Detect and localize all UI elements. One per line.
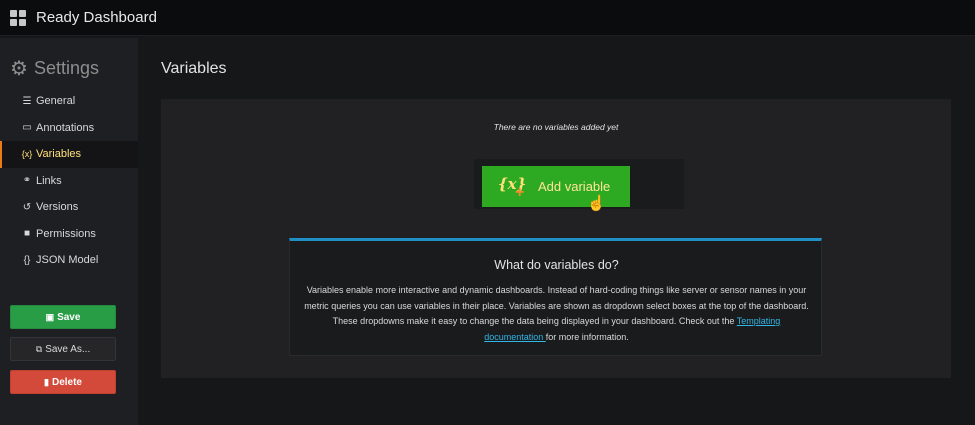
delete-button[interactable]: ▮ Delete (10, 370, 116, 394)
trash-icon: ▮ (44, 376, 49, 387)
sidebar-item-json-model[interactable]: {} JSON Model (0, 247, 138, 274)
link-icon: ⚭ (22, 175, 32, 187)
add-variable-button[interactable]: {x} + Add variable (482, 166, 630, 207)
settings-sidebar: ⚙ Settings ☰ General ▭ Annotations {x} V… (0, 38, 138, 425)
comment-icon: ▭ (22, 122, 32, 134)
sidebar-item-label: General (36, 95, 76, 108)
sidebar-item-label: Permissions (36, 227, 96, 240)
sidebar-item-annotations[interactable]: ▭ Annotations (0, 115, 138, 142)
add-variable-label: Add variable (538, 179, 611, 194)
grid-icon[interactable] (10, 9, 26, 26)
sliders-icon: ☰ (22, 95, 32, 107)
sidebar-item-label: JSON Model (36, 254, 99, 267)
json-icon: {} (23, 254, 31, 266)
sidebar-item-general[interactable]: ☰ General (0, 88, 138, 115)
info-title: What do variables do? (494, 258, 619, 272)
sidebar-item-permissions[interactable]: ■ Permissions (0, 221, 138, 248)
save-as-button-label: Save As... (45, 343, 91, 355)
info-body: Variables enable more interactive and dy… (304, 283, 809, 345)
variable-icon: {x} (21, 149, 33, 160)
history-icon: ↺ (22, 201, 32, 213)
empty-state-message: There are no variables added yet (493, 122, 619, 132)
settings-nav: ☰ General ▭ Annotations {x} Variables ⚭ … (0, 88, 138, 274)
info-box: What do variables do? Variables enable m… (289, 238, 822, 356)
info-body-text-end: for more information. (545, 331, 629, 342)
save-button-label: Save (57, 311, 81, 323)
main-content: Variables There are no variables added y… (138, 38, 975, 425)
sidebar-item-label: Links (36, 174, 62, 187)
save-icon: ▣ (45, 311, 55, 322)
settings-heading: ⚙ Settings (10, 58, 99, 79)
save-as-button[interactable]: ⧉ Save As... (10, 337, 116, 361)
dashboard-title[interactable]: Ready Dashboard (36, 9, 157, 26)
page-title: Variables (161, 60, 227, 77)
save-button[interactable]: ▣ Save (10, 305, 116, 329)
sidebar-item-variables[interactable]: {x} Variables (0, 141, 138, 168)
lock-icon: ■ (23, 228, 31, 240)
gear-icon: ⚙ (10, 57, 28, 80)
sidebar-item-label: Variables (36, 148, 82, 161)
info-body-text: Variables enable more interactive and dy… (304, 285, 809, 326)
settings-heading-label: Settings (34, 58, 100, 78)
top-bar: Ready Dashboard (0, 0, 975, 36)
sidebar-item-label: Annotations (36, 121, 95, 134)
copy-icon: ⧉ (35, 343, 43, 354)
sidebar-item-links[interactable]: ⚭ Links (0, 168, 138, 195)
sidebar-item-versions[interactable]: ↺ Versions (0, 194, 138, 221)
sidebar-item-label: Versions (36, 201, 79, 214)
add-variable-icon: {x} + (498, 174, 527, 201)
variables-panel: There are no variables added yet {x} + A… (161, 99, 951, 378)
delete-button-label: Delete (51, 376, 82, 388)
hand-cursor-icon: ☝ (587, 195, 606, 212)
